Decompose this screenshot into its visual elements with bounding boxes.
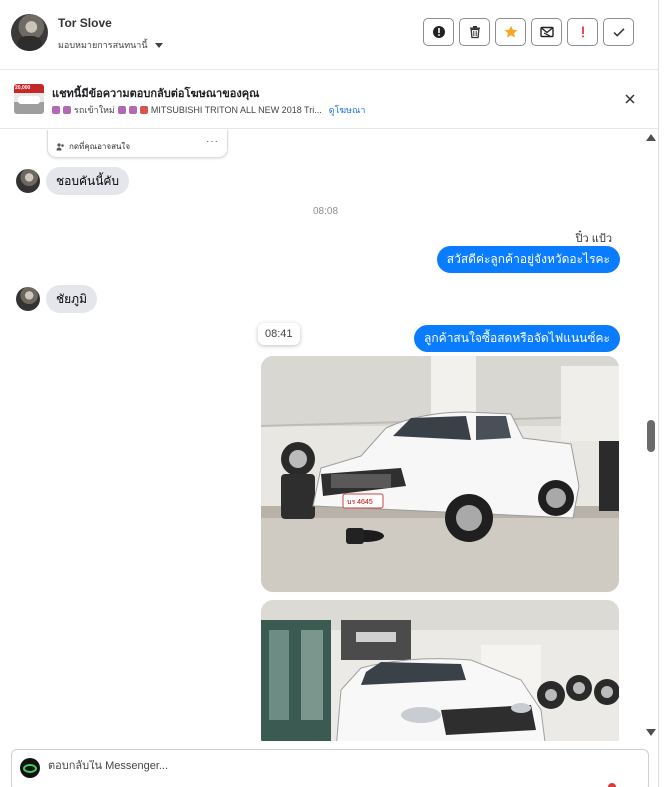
message-time-tooltip: 08:41 [258,323,300,345]
ad-thumb-price: 20,000 [15,85,31,91]
view-ad-link[interactable]: ดูโฆษณา [329,103,366,117]
ad-subtitle-prefix: รถเข้าใหม่ [74,105,115,115]
ad-subtitle-text: MITSUBISHI TRITON ALL NEW 2018 Tri... [150,105,322,115]
page-sender-name: ปิ๋ว แป้ว [575,233,612,245]
trash-icon [469,26,480,39]
ad-reply-banner: 20,000 แชทนี้มีข้อความตอบกลับต่อโฆษณาของ… [0,71,658,129]
party-popper-icon [128,106,137,114]
more-options-icon[interactable]: ··· [206,136,219,147]
ad-banner-title: แชทนี้มีข้อความตอบกลับต่อโฆษณาของคุณ [52,88,260,100]
customer-avatar [16,287,40,311]
conversation-header: Tor Slove มอบหมายการสนทนานี้ [0,0,658,70]
shared-post-card[interactable]: กดที่คุณอาจสนใจ ··· [47,130,228,158]
contact-name[interactable]: Tor Slove [58,16,112,30]
message-thread[interactable]: กดที่คุณอาจสนใจ ··· ชอบคันนี้คับ 08:08 ป… [0,130,658,741]
star-icon [504,25,517,38]
reply-input[interactable] [48,760,608,772]
close-icon[interactable] [623,92,637,106]
message-bubble-outgoing[interactable]: สวัสดีค่ะลูกค้าอยู่จังหวัดอะไรคะ [436,246,620,273]
people-icon [56,143,64,151]
mark-spam-button[interactable] [423,18,454,46]
message-composer [11,749,649,787]
mark-done-button[interactable] [603,18,634,46]
party-popper-icon [63,106,71,114]
assign-label: มอบหมายการสนทนานี้ [58,40,148,50]
notification-dot [608,783,616,787]
customer-avatar [16,169,40,193]
message-timestamp: 08:08 [312,206,339,217]
license-plate: บร 4645 [347,499,373,506]
shared-post-caption: กดที่คุณอาจสนใจ [56,140,130,153]
party-popper-icon [117,106,126,114]
exclamation-icon [581,26,584,38]
car-icon [139,106,148,114]
scroll-up-arrow-icon[interactable] [646,134,656,141]
caret-down-icon [154,42,163,48]
pickup-truck-image [261,600,619,741]
delete-button[interactable] [459,18,490,46]
alert-circle-icon [432,26,445,38]
car-photo-attachment[interactable] [261,600,619,741]
scroll-down-arrow-icon[interactable] [646,729,656,736]
pickup-truck-image: บร 4645 [261,356,619,592]
envelope-x-icon [539,26,554,38]
mark-unread-button[interactable] [531,18,562,46]
message-bubble-outgoing[interactable]: ลูกค้าสนใจซื้อสดหรือจัดไฟแนนซ์คะ [414,325,620,352]
contact-avatar[interactable] [11,14,48,51]
header-actions [423,18,634,46]
scrollbar-thumb[interactable] [647,420,655,452]
message-bubble-incoming[interactable]: ชัยภูมิ [46,285,97,313]
star-button[interactable] [495,18,526,46]
panel-divider [658,0,659,787]
checkmark-icon [612,28,625,37]
car-photo-attachment[interactable]: บร 4645 [261,356,619,592]
ad-banner-subtitle: รถเข้าใหม่ MITSUBISHI TRITON ALL NEW 201… [52,103,365,117]
messenger-page-avatar-icon [20,758,40,778]
assign-conversation-dropdown[interactable]: มอบหมายการสนทนานี้ [58,38,163,52]
follow-up-button[interactable] [567,18,598,46]
ad-thumbnail[interactable]: 20,000 [14,84,44,114]
party-popper-icon [52,106,60,114]
message-bubble-incoming[interactable]: ชอบคันนี้คับ [46,167,130,195]
